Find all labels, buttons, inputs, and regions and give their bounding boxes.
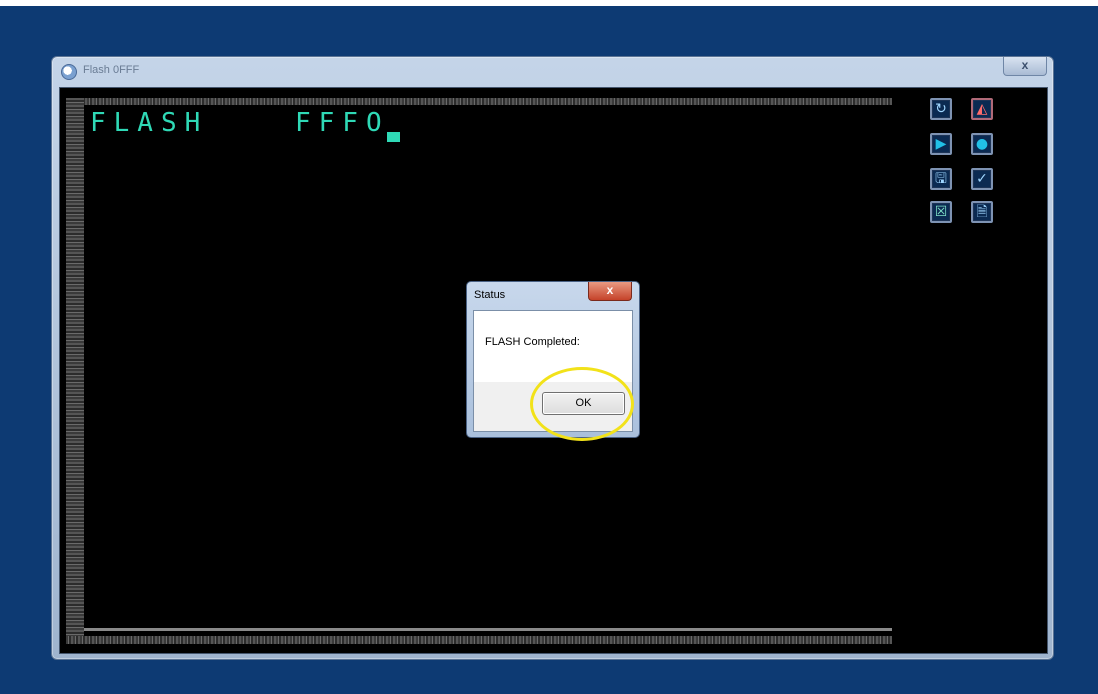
cancel-icon: ☒ xyxy=(934,204,948,220)
cancel-button[interactable]: ☒ xyxy=(930,201,952,223)
check-icon: ✓ xyxy=(976,171,988,187)
text-cursor xyxy=(387,132,400,142)
ok-highlight-annotation xyxy=(530,367,634,441)
save-button[interactable]: 🖫 xyxy=(930,168,952,190)
record-button[interactable]: ● xyxy=(971,133,993,155)
window-close-button[interactable]: x xyxy=(1003,57,1047,76)
play-button[interactable]: ▶ xyxy=(930,133,952,155)
document-button[interactable]: 🗎 xyxy=(971,201,993,223)
refresh-icon: ↻ xyxy=(935,101,947,117)
dialog-close-button[interactable]: x xyxy=(588,282,632,301)
play-icon: ▶ xyxy=(935,136,947,152)
app-icon xyxy=(61,64,77,80)
dialog-title: Status xyxy=(474,289,506,301)
stone-frame-left xyxy=(66,98,84,644)
stone-frame-top xyxy=(66,98,892,105)
document-icon: 🗎 xyxy=(976,204,988,220)
record-icon: ● xyxy=(975,136,989,152)
frame-inner-divider xyxy=(84,628,892,631)
address-label: FFFO xyxy=(295,108,390,138)
dialog-message: FLASH Completed: xyxy=(485,336,580,348)
screen-top-strip xyxy=(0,0,1098,6)
chart-button[interactable]: ◭ xyxy=(971,98,993,120)
mode-label: FLASH xyxy=(90,108,209,138)
window-titlebar[interactable]: Flash 0FFF xyxy=(52,57,1053,87)
window-title: Flash 0FFF xyxy=(83,64,140,76)
save-icon: 🖫 xyxy=(935,171,947,187)
stone-frame-bottom xyxy=(66,636,892,644)
check-button[interactable]: ✓ xyxy=(971,168,993,190)
refresh-button[interactable]: ↻ xyxy=(930,98,952,120)
chart-icon: ◭ xyxy=(976,101,988,117)
